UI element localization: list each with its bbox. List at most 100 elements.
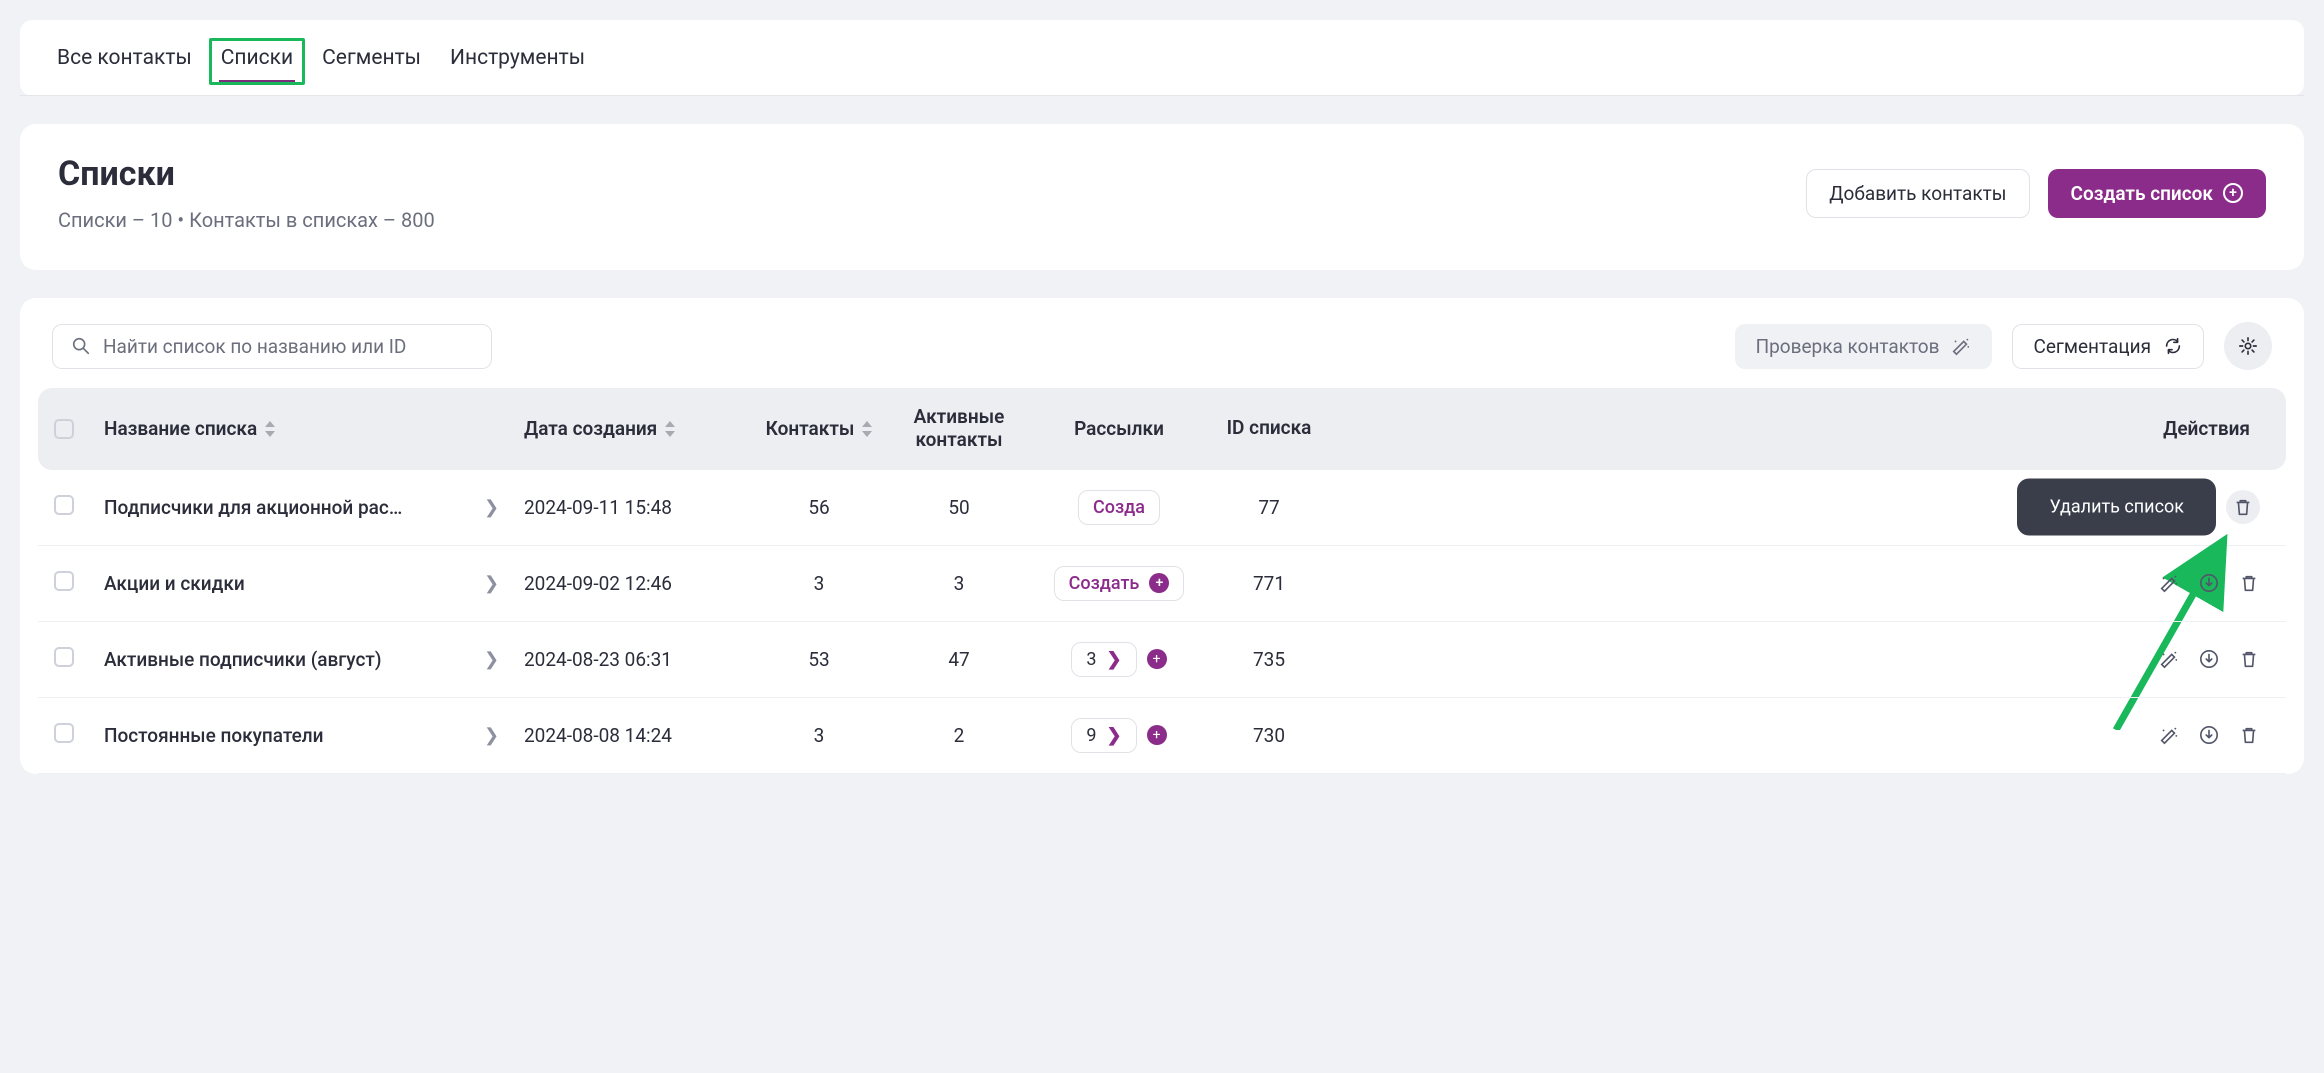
gear-icon (2238, 336, 2258, 356)
row-id: 730 (1204, 724, 1334, 747)
th-name[interactable]: Название списка (104, 417, 484, 440)
th-checkbox[interactable] (54, 419, 104, 439)
segmentation-button[interactable]: Сегментация (2012, 324, 2204, 369)
tab-lists-label: Списки (221, 46, 293, 70)
table-body: Подписчики для акционной рас…❯2024-09-11… (38, 470, 2286, 774)
table-card: Найти список по названию или ID Проверка… (20, 298, 2304, 774)
create-mailing-button[interactable]: Создать+ (1054, 566, 1185, 601)
wand-action[interactable] (2158, 724, 2180, 746)
trash-icon (2233, 497, 2253, 517)
wand-icon (2159, 573, 2179, 593)
mailing-count-button[interactable]: 9❯ (1071, 718, 1136, 753)
row-mailings: 3❯ + (1034, 642, 1204, 677)
tab-tools[interactable]: Инструменты (448, 46, 587, 83)
row-name: Постоянные покупатели (104, 724, 484, 747)
download-action[interactable] (2198, 724, 2220, 746)
row-name: Подписчики для акционной рас… (104, 496, 484, 519)
table-toolbar: Найти список по названию или ID Проверка… (20, 322, 2304, 388)
row-contacts: 56 (754, 496, 884, 519)
th-created-label: Дата создания (524, 417, 657, 440)
row-id: 77 (1204, 496, 1334, 519)
search-placeholder: Найти список по названию или ID (103, 335, 406, 358)
trash-icon (2239, 725, 2259, 745)
header-right: Добавить контакты Создать список + (1806, 169, 2266, 218)
expand-chevron[interactable]: ❯ (484, 649, 524, 670)
row-actions (1334, 648, 2270, 670)
download-icon (2199, 649, 2219, 669)
download-icon (2199, 573, 2219, 593)
mailing-count-button[interactable]: 3❯ (1071, 642, 1136, 677)
row-checkbox[interactable] (54, 571, 74, 591)
expand-chevron[interactable]: ❯ (484, 573, 524, 594)
create-list-button[interactable]: Создать список + (2048, 169, 2266, 218)
row-active: 47 (884, 648, 1034, 671)
tabs: Все контакты Списки Сегменты Инструменты (20, 20, 2304, 96)
tab-lists[interactable]: Списки (219, 46, 295, 83)
row-active: 3 (884, 572, 1034, 595)
header-left: Списки Списки – 10 • Контакты в списках … (58, 154, 435, 232)
row-active: 2 (884, 724, 1034, 747)
sort-icon (265, 421, 275, 437)
delete-action[interactable] (2226, 490, 2260, 524)
tab-all-contacts[interactable]: Все контакты (55, 46, 194, 83)
add-contacts-button[interactable]: Добавить контакты (1806, 169, 2029, 218)
table-header-row: Название списка Дата создания Контакты А… (38, 388, 2286, 470)
row-active: 50 (884, 496, 1034, 519)
wand-icon (2159, 725, 2179, 745)
wand-action[interactable] (2158, 648, 2180, 670)
expand-chevron[interactable]: ❯ (484, 497, 524, 518)
add-mailing-button[interactable]: + (1147, 725, 1167, 745)
th-active-label: Активные контакты (884, 406, 1034, 452)
search-icon (71, 336, 91, 356)
download-action[interactable] (2198, 572, 2220, 594)
row-actions (1334, 572, 2270, 594)
row-contacts: 53 (754, 648, 884, 671)
row-id: 735 (1204, 648, 1334, 671)
row-mailings: Создать+ (1034, 566, 1204, 601)
table-row[interactable]: Активные подписчики (август)❯2024-08-23 … (38, 622, 2286, 698)
row-checkbox[interactable] (54, 495, 74, 515)
page-container: Все контакты Списки Сегменты Инструменты (20, 20, 2304, 96)
th-active[interactable]: Активные контакты (884, 406, 1034, 452)
th-name-label: Название списка (104, 417, 257, 440)
th-contacts[interactable]: Контакты (754, 417, 884, 440)
segmentation-label: Сегментация (2033, 335, 2151, 358)
wand-action[interactable] (2158, 572, 2180, 594)
th-actions: Действия (1334, 417, 2270, 440)
wand-icon (1951, 336, 1971, 356)
row-checkbox[interactable] (54, 647, 74, 667)
delete-tooltip: Удалить список (2017, 479, 2216, 536)
page-title: Списки (58, 154, 435, 194)
expand-chevron[interactable]: ❯ (484, 725, 524, 746)
verify-contacts-button[interactable]: Проверка контактов (1735, 324, 1993, 369)
sort-icon (862, 421, 872, 437)
th-actions-label: Действия (2163, 417, 2250, 440)
toolbar-right: Проверка контактов Сегментация (1735, 322, 2272, 370)
refresh-icon (2163, 336, 2183, 356)
wand-icon (2159, 649, 2179, 669)
delete-action[interactable] (2238, 724, 2260, 746)
add-mailing-button[interactable]: + (1147, 649, 1167, 669)
th-created[interactable]: Дата создания (524, 417, 754, 440)
create-mailing-button[interactable]: Созда (1078, 490, 1160, 525)
row-contacts: 3 (754, 572, 884, 595)
download-action[interactable] (2198, 648, 2220, 670)
trash-icon (2239, 573, 2259, 593)
search-input[interactable]: Найти список по названию или ID (52, 324, 492, 369)
row-actions (1334, 724, 2270, 746)
delete-action[interactable] (2238, 648, 2260, 670)
row-mailings: 9❯ + (1034, 718, 1204, 753)
trash-icon (2239, 649, 2259, 669)
row-checkbox[interactable] (54, 723, 74, 743)
th-id-label: ID списка (1227, 417, 1312, 440)
row-created: 2024-08-08 14:24 (524, 724, 754, 747)
settings-button[interactable] (2224, 322, 2272, 370)
download-icon (2199, 725, 2219, 745)
row-created: 2024-08-23 06:31 (524, 648, 754, 671)
tab-segments[interactable]: Сегменты (320, 46, 423, 83)
delete-action[interactable] (2238, 572, 2260, 594)
table-row[interactable]: Акции и скидки❯2024-09-02 12:4633Создать… (38, 546, 2286, 622)
table-row[interactable]: Подписчики для акционной рас…❯2024-09-11… (38, 470, 2286, 546)
row-created: 2024-09-02 12:46 (524, 572, 754, 595)
table-row[interactable]: Постоянные покупатели❯2024-08-08 14:2432… (38, 698, 2286, 774)
